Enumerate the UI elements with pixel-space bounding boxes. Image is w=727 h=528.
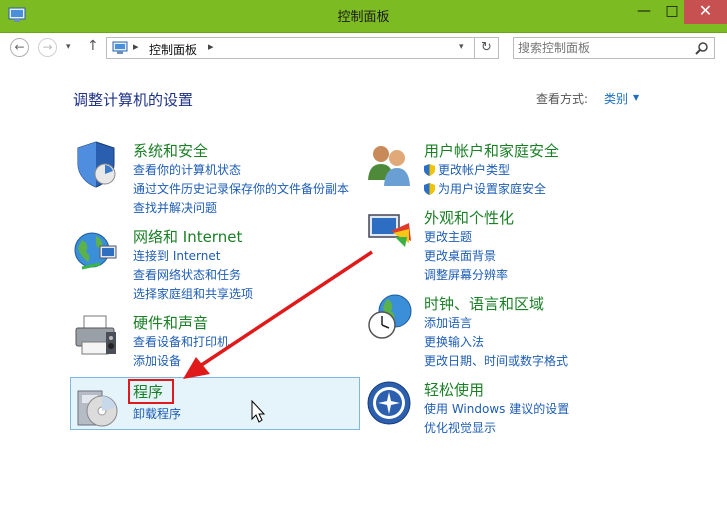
- recommended-settings-link[interactable]: 使用 Windows 建议的设置: [424, 400, 569, 417]
- change-input-method-link[interactable]: 更换输入法: [424, 333, 484, 350]
- view-by-arrow-icon[interactable]: ▼: [633, 93, 639, 102]
- file-history-link[interactable]: 通过文件历史记录保存你的文件备份副本: [133, 180, 349, 197]
- minimize-button[interactable]: —: [630, 0, 658, 24]
- recent-locations-dropdown[interactable]: ▾: [66, 42, 71, 52]
- address-dropdown[interactable]: ▾: [459, 42, 464, 52]
- network-status-link[interactable]: 查看网络状态和任务: [133, 266, 241, 283]
- change-account-type-link[interactable]: 更改帐户类型: [424, 161, 510, 178]
- change-account-type-label[interactable]: 更改帐户类型: [438, 163, 510, 177]
- clock-globe-icon: [368, 294, 412, 339]
- view-computer-status-link[interactable]: 查看你的计算机状态: [133, 161, 241, 178]
- search-input[interactable]: [518, 39, 688, 57]
- network-globe-icon: [74, 232, 117, 270]
- add-device-link[interactable]: 添加设备: [133, 352, 181, 369]
- address-field[interactable]: ▸ 控制面板 ▸ ▾: [106, 37, 475, 59]
- title-bar: 控制面板 — □ ✕: [0, 0, 727, 33]
- view-by-dropdown[interactable]: 类别: [604, 90, 628, 107]
- view-by-label: 查看方式:: [536, 92, 589, 106]
- navigation-bar: ← → ▾ ↑ ▸ 控制面板 ▸ ▾ ↻: [0, 33, 727, 63]
- up-button[interactable]: ↑: [87, 38, 99, 54]
- screen-resolution-link[interactable]: 调整屏幕分辨率: [424, 266, 508, 283]
- change-theme-link[interactable]: 更改主题: [424, 228, 472, 245]
- maximize-button[interactable]: □: [658, 0, 686, 24]
- add-language-link[interactable]: 添加语言: [424, 314, 472, 331]
- users-icon: [368, 146, 410, 186]
- page-title: 调整计算机的设置: [73, 91, 194, 109]
- annotation-highlight-box: [128, 379, 174, 404]
- hardware-sound-title[interactable]: 硬件和声音: [133, 312, 208, 333]
- appearance-title[interactable]: 外观和个性化: [424, 207, 514, 228]
- forward-button[interactable]: →: [38, 38, 57, 57]
- window-title: 控制面板: [337, 10, 390, 25]
- clock-language-title[interactable]: 时钟、语言和区域: [424, 293, 544, 314]
- optimize-visual-display-link[interactable]: 优化视觉显示: [424, 419, 496, 436]
- search-icon[interactable]: [695, 41, 709, 55]
- uac-shield-icon: [424, 164, 435, 176]
- family-safety-label[interactable]: 为用户设置家庭安全: [438, 182, 546, 196]
- search-box[interactable]: [513, 37, 715, 59]
- printer-icon: [75, 315, 116, 355]
- ease-of-access-title[interactable]: 轻松使用: [424, 379, 484, 400]
- uninstall-program-link[interactable]: 卸载程序: [133, 405, 181, 422]
- refresh-button[interactable]: ↻: [475, 37, 499, 59]
- close-button[interactable]: ✕: [684, 0, 727, 24]
- appearance-icon: [368, 214, 411, 247]
- user-accounts-title[interactable]: 用户帐户和家庭安全: [424, 140, 559, 161]
- homegroup-link[interactable]: 选择家庭组和共享选项: [133, 285, 253, 302]
- date-time-format-link[interactable]: 更改日期、时间或数字格式: [424, 352, 568, 369]
- network-title[interactable]: 网络和 Internet: [133, 226, 242, 247]
- family-safety-link[interactable]: 为用户设置家庭安全: [424, 180, 546, 197]
- connect-internet-link[interactable]: 连接到 Internet: [133, 247, 220, 264]
- desktop-background-link[interactable]: 更改桌面背景: [424, 247, 496, 264]
- control-panel-icon: [112, 41, 128, 54]
- system-security-title[interactable]: 系统和安全: [133, 140, 208, 161]
- back-button[interactable]: ←: [10, 38, 29, 57]
- devices-printers-link[interactable]: 查看设备和打印机: [133, 333, 229, 350]
- uac-shield-icon: [424, 183, 435, 195]
- troubleshoot-link[interactable]: 查找并解决问题: [133, 199, 217, 216]
- ease-of-access-icon: [367, 381, 411, 425]
- security-shield-icon: [77, 141, 116, 188]
- breadcrumb-control-panel[interactable]: 控制面板: [149, 41, 197, 58]
- breadcrumb-separator[interactable]: ▸: [133, 40, 139, 53]
- breadcrumb-separator[interactable]: ▸: [208, 40, 214, 53]
- programs-icon: [77, 390, 118, 427]
